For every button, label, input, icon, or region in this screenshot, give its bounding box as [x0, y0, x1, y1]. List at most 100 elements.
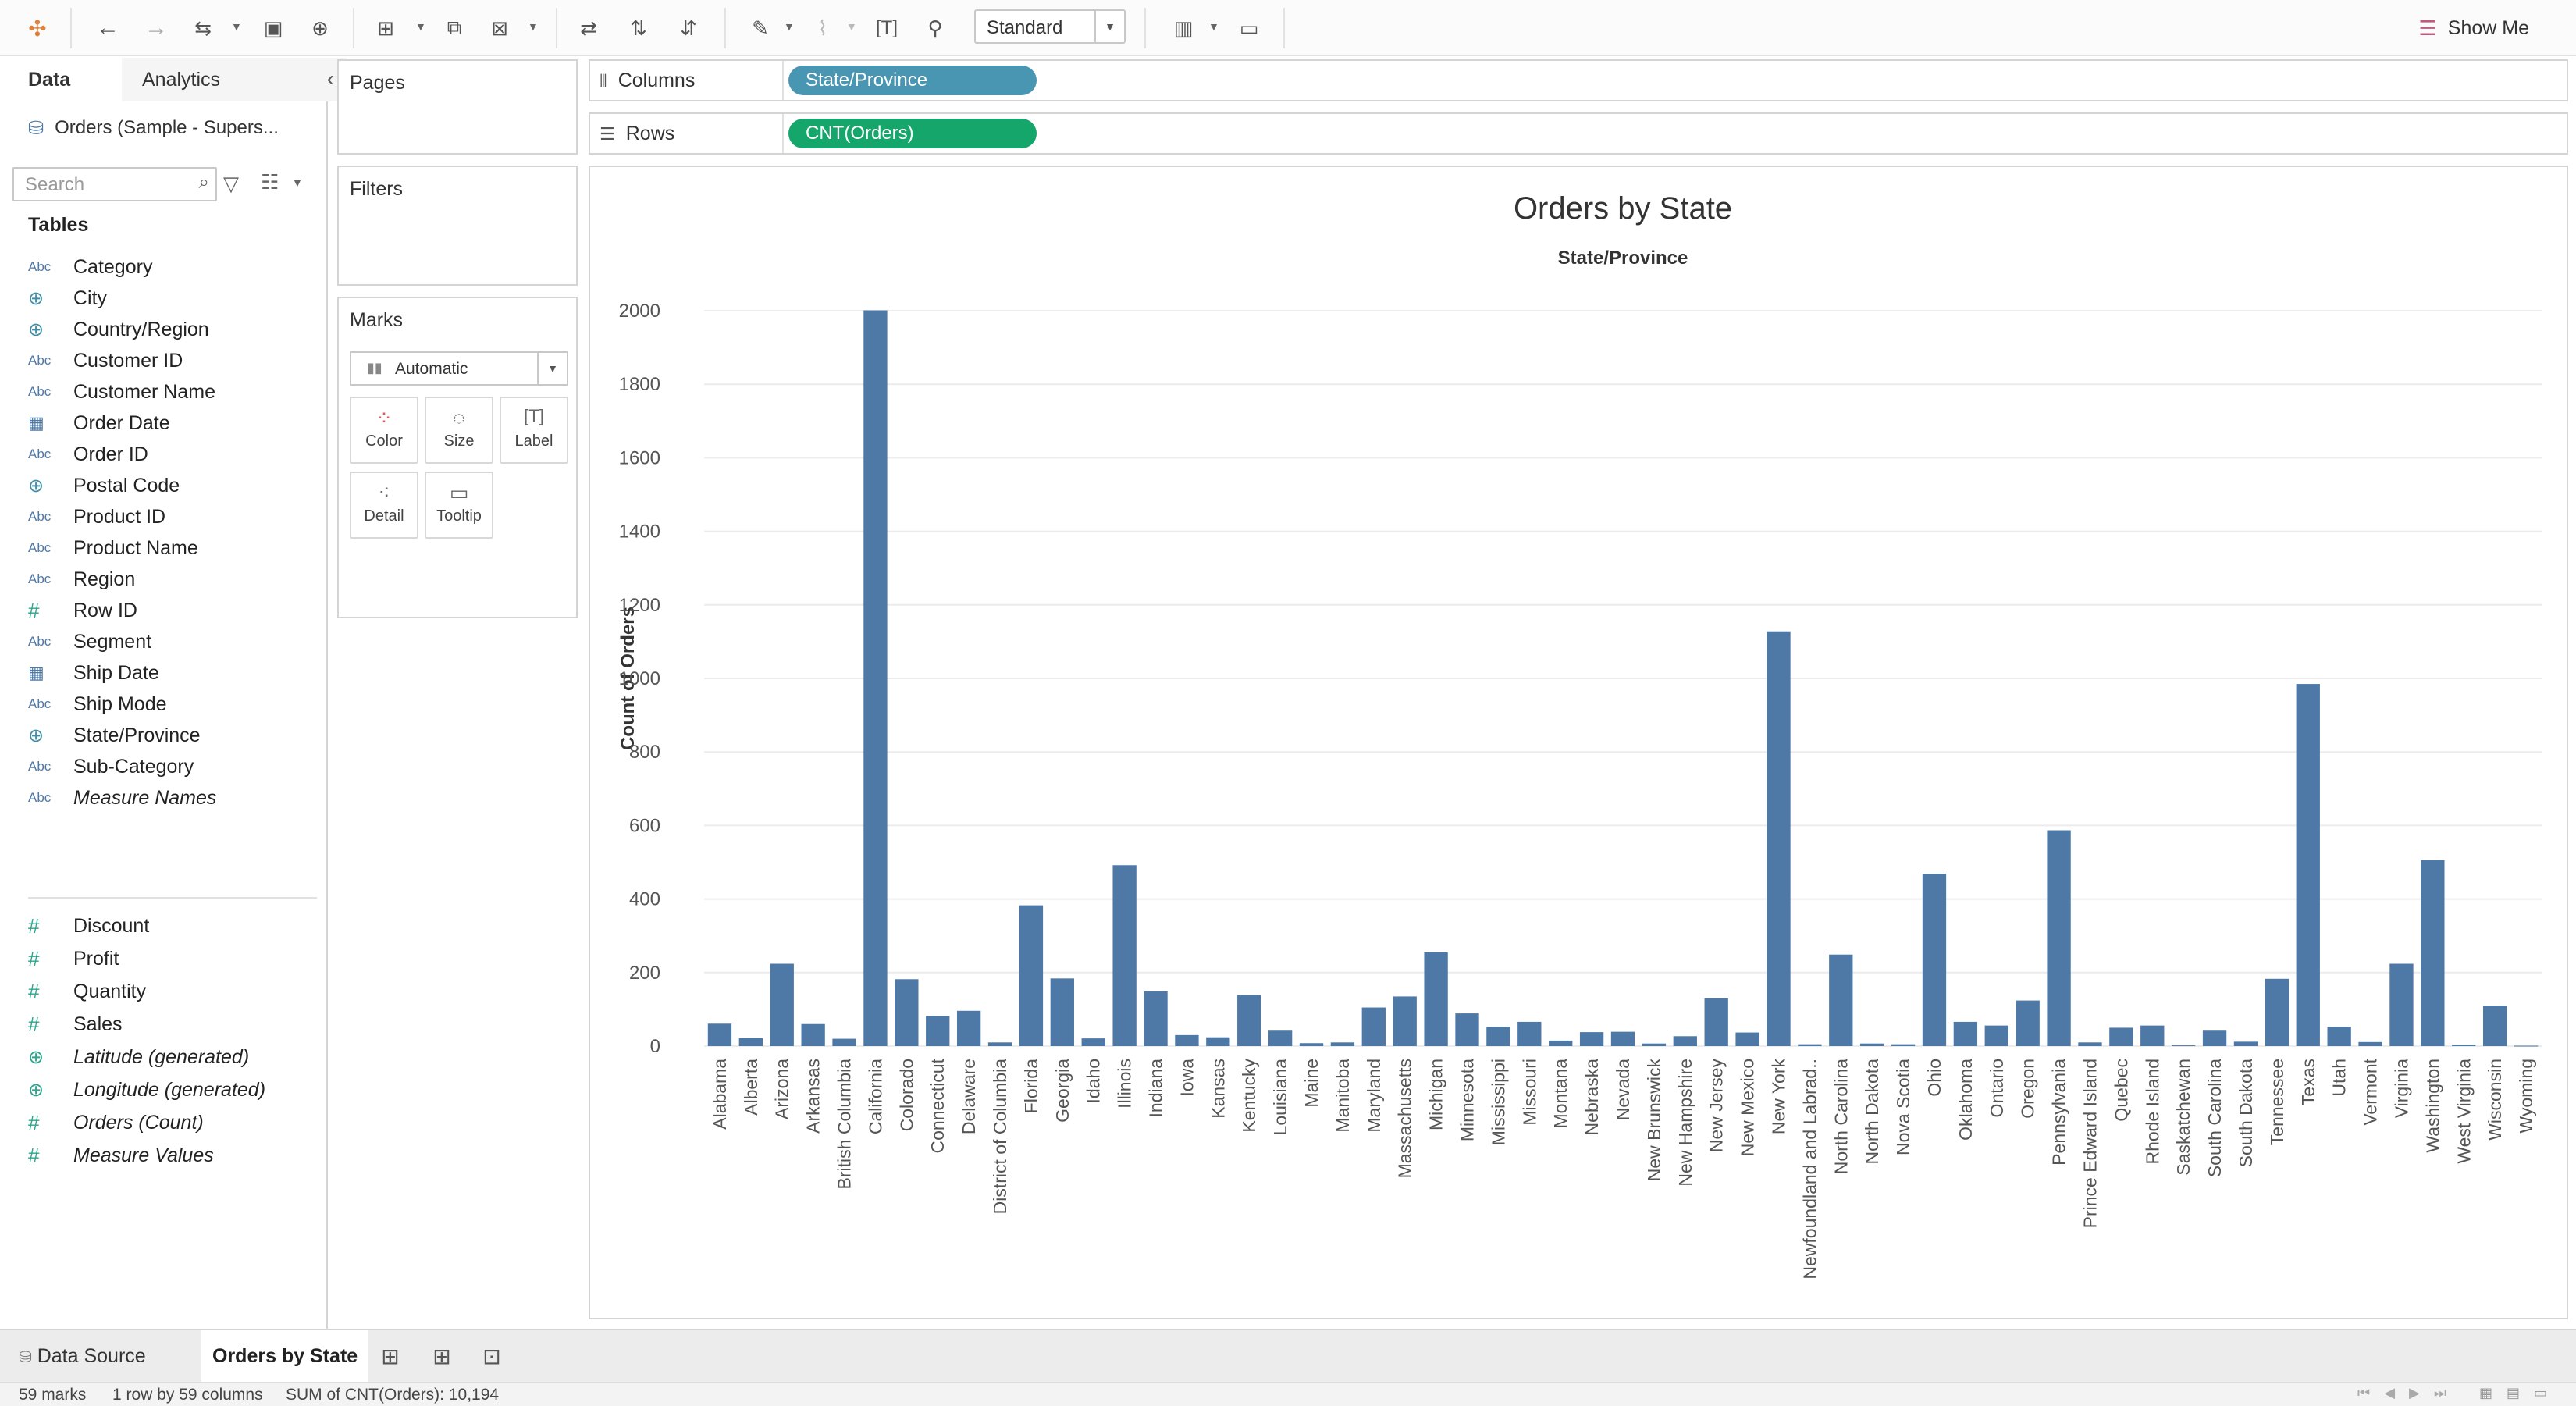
fit-dropdown[interactable]: Standard ▼: [974, 9, 1126, 44]
field-orders-count[interactable]: #Orders (Count): [28, 1107, 204, 1138]
undo-icon[interactable]: ←: [92, 12, 123, 44]
group-members-icon[interactable]: ⌇: [807, 12, 838, 44]
sort-descending-icon[interactable]: ⇵: [673, 12, 704, 44]
filters-card[interactable]: Filters: [337, 166, 578, 286]
status-marks: 59 marks: [19, 1385, 86, 1405]
bar-ohio: [1923, 874, 1946, 1046]
replay-icon[interactable]: ⇆: [187, 12, 219, 44]
new-worksheet-icon[interactable]: ⊞: [370, 12, 401, 44]
pages-card[interactable]: Pages: [337, 59, 578, 155]
field-order-date[interactable]: ▦Order Date: [28, 408, 170, 439]
field-product-name[interactable]: AbcProduct Name: [28, 532, 198, 564]
field-order-id[interactable]: AbcOrder ID: [28, 439, 148, 470]
highlight-caret-icon[interactable]: ▼: [784, 20, 795, 33]
bar-alberta: [739, 1038, 763, 1046]
replay-caret-icon[interactable]: ▼: [231, 20, 242, 33]
field-postal-code[interactable]: ⊕Postal Code: [28, 470, 180, 501]
filter-icon[interactable]: ▽: [223, 172, 239, 196]
sheet-nav-icons[interactable]: ⏮◀▶⏭: [2357, 1385, 2460, 1401]
new-datasource-icon[interactable]: ⊕: [304, 12, 336, 44]
tab-orders-by-state[interactable]: Orders by State: [201, 1330, 368, 1382]
new-worksheet-caret-icon[interactable]: ▼: [415, 20, 426, 33]
columns-pill[interactable]: State/Province: [788, 66, 1037, 95]
field-region[interactable]: AbcRegion: [28, 564, 135, 595]
rows-pill[interactable]: CNT(Orders): [788, 119, 1037, 148]
columns-shelf[interactable]: ⦀Columns State/Province: [589, 59, 2568, 101]
view-options-icon[interactable]: ☷: [261, 170, 279, 194]
field-quantity[interactable]: #Quantity: [28, 976, 146, 1007]
field-customer-name[interactable]: AbcCustomer Name: [28, 376, 215, 408]
x-tick-label: Delaware: [959, 1059, 979, 1134]
x-tick-label: Louisiana: [1270, 1059, 1290, 1136]
field-country-region[interactable]: ⊕Country/Region: [28, 314, 209, 345]
mark-type-dropdown[interactable]: ▮▮ Automatic ▼: [350, 351, 568, 386]
x-tick-label: Arizona: [772, 1059, 792, 1119]
tab-data-source-label: Data Source: [37, 1345, 146, 1367]
field-measure-names[interactable]: AbcMeasure Names: [28, 782, 216, 813]
view-options-caret-icon[interactable]: ▼: [292, 176, 303, 189]
datasource-item[interactable]: ⛁ Orders (Sample - Supers...: [28, 112, 279, 144]
field-state-province[interactable]: ⊕State/Province: [28, 720, 201, 751]
tableau-logo-icon[interactable]: ✣: [22, 12, 53, 44]
field-segment[interactable]: AbcSegment: [28, 626, 151, 657]
field-longitude-generated[interactable]: ⊕Longitude (generated): [28, 1074, 265, 1105]
group-caret-icon[interactable]: ▼: [846, 20, 857, 33]
field-divider: [28, 897, 317, 899]
size-button[interactable]: ◌ Size: [425, 397, 493, 464]
field-ship-date[interactable]: ▦Ship Date: [28, 657, 159, 689]
field-row-id[interactable]: #Row ID: [28, 595, 137, 626]
field-category[interactable]: AbcCategory: [28, 251, 152, 283]
highlight-icon[interactable]: ✎: [745, 12, 776, 44]
show-me-label: Show Me: [2448, 17, 2529, 40]
color-button[interactable]: ⁘ Color: [350, 397, 418, 464]
field-discount[interactable]: #Discount: [28, 910, 149, 941]
field-ship-mode[interactable]: AbcShip Mode: [28, 689, 167, 720]
new-story-icon[interactable]: ⊡: [476, 1341, 507, 1372]
chevron-down-icon[interactable]: ▼: [537, 353, 567, 384]
new-dashboard-icon[interactable]: ⊞: [426, 1341, 457, 1372]
duplicate-sheet-icon[interactable]: ⧉: [439, 12, 470, 44]
pin-axes-icon[interactable]: ⚲: [920, 12, 951, 44]
field-city[interactable]: ⊕City: [28, 283, 107, 314]
save-icon[interactable]: ▣: [258, 12, 289, 44]
field-customer-id[interactable]: AbcCustomer ID: [28, 345, 183, 376]
x-tick-label: Iowa: [1176, 1059, 1197, 1097]
viz-view: Orders by StateState/ProvinceCount of Or…: [589, 166, 2568, 1319]
swap-rows-columns-icon[interactable]: ⇄: [573, 12, 604, 44]
rows-shelf[interactable]: ☰Rows CNT(Orders): [589, 112, 2568, 155]
clear-sheet-caret-icon[interactable]: ▼: [528, 20, 539, 33]
field-label: Postal Code: [73, 475, 180, 497]
clear-sheet-icon[interactable]: ⊠: [484, 12, 515, 44]
field-product-id[interactable]: AbcProduct ID: [28, 501, 165, 532]
bar-tennessee: [2265, 979, 2289, 1046]
show-me-button[interactable]: ☰ Show Me: [2418, 14, 2529, 42]
bar-arizona: [770, 963, 794, 1046]
label-button[interactable]: [T] Label: [500, 397, 568, 464]
field-measure-values[interactable]: #Measure Values: [28, 1140, 214, 1171]
tab-analytics[interactable]: Analytics ‹: [122, 58, 347, 101]
presentation-mode-icon[interactable]: ▭: [1233, 12, 1265, 44]
new-worksheet-icon[interactable]: ⊞: [375, 1341, 406, 1372]
bar-west-virginia: [2452, 1045, 2475, 1046]
tab-data-source[interactable]: ⛁ Data Source: [8, 1330, 157, 1382]
field-sales[interactable]: #Sales: [28, 1009, 123, 1040]
sort-ascending-icon[interactable]: ⇅: [623, 12, 654, 44]
x-tick-label: Texas: [2298, 1059, 2318, 1105]
collapse-pane-icon[interactable]: ‹: [327, 58, 334, 101]
x-tick-label: Ohio: [1924, 1059, 1944, 1097]
tooltip-button[interactable]: ▭ Tooltip: [425, 472, 493, 539]
show-cards-caret-icon[interactable]: ▼: [1208, 20, 1219, 33]
columns-label-text: Columns: [618, 69, 696, 91]
field-latitude-generated[interactable]: ⊕Latitude (generated): [28, 1041, 249, 1073]
chevron-down-icon[interactable]: ▼: [1094, 11, 1124, 42]
detail-button[interactable]: ⁖ Detail: [350, 472, 418, 539]
show-mark-labels-icon[interactable]: [T]: [871, 12, 902, 44]
sheet-view-icons[interactable]: ▦▤▭: [2479, 1385, 2561, 1401]
field-sub-category[interactable]: AbcSub-Category: [28, 751, 194, 782]
show-cards-icon[interactable]: ▥: [1168, 12, 1199, 44]
x-tick-label: Manitoba: [1332, 1059, 1353, 1133]
field-profit[interactable]: #Profit: [28, 943, 119, 974]
search-input[interactable]: Search ⌕: [12, 167, 217, 201]
redo-icon[interactable]: →: [141, 12, 172, 44]
bar-vermont: [2358, 1042, 2382, 1046]
